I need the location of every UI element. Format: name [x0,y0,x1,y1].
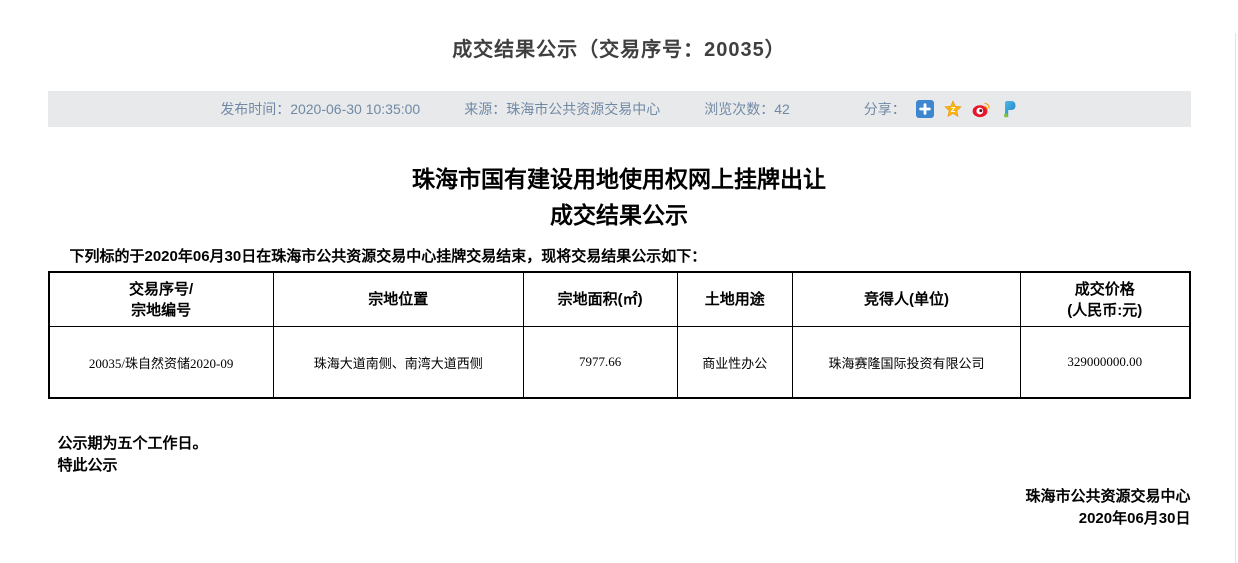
cell-transaction-no: 20035/珠自然资储2020-09 [49,327,274,399]
cell-parcel-location: 珠海大道南侧、南湾大道西侧 [273,327,523,399]
source: 来源：珠海市公共资源交易中心 [464,99,660,119]
cell-land-use: 商业性办公 [677,327,792,399]
page-title: 成交结果公示（交易序号：20035） [48,33,1191,62]
cell-winning-bidder: 珠海赛隆国际投资有限公司 [792,327,1020,399]
closing-paragraph: 公示期为五个工作日。 特此公示 [48,433,1191,477]
share-group: 分享： Z [864,99,1018,119]
document-heading: 珠海市国有建设用地使用权网上挂牌出让 成交结果公示 [48,164,1191,230]
signature-date: 2020年06月30日 [48,508,1191,530]
header-transaction-no: 交易序号/ 宗地编号 [49,272,274,327]
view-count: 浏览次数：42 [704,99,790,119]
share-more-icon[interactable] [916,100,934,118]
document-heading-line1: 珠海市国有建设用地使用权网上挂牌出让 [48,164,1191,194]
header-land-use: 土地用途 [677,272,792,327]
signature-org: 珠海市公共资源交易中心 [48,486,1191,508]
share-label: 分享： [864,99,906,119]
signature-block: 珠海市公共资源交易中心 2020年06月30日 [48,486,1191,530]
cell-deal-price: 329000000.00 [1021,327,1190,399]
weibo-icon[interactable] [972,100,990,118]
closing-line2: 特此公示 [58,455,1191,477]
meta-bar: 发布时间：2020-06-30 10:35:00 来源：珠海市公共资源交易中心 … [48,91,1191,127]
svg-text:Z: Z [950,105,955,114]
closing-line1: 公示期为五个工作日。 [58,433,1191,455]
publish-time: 发布时间：2020-06-30 10:35:00 [220,99,420,119]
cell-parcel-area: 7977.66 [523,327,677,399]
document-heading-line2: 成交结果公示 [48,200,1191,230]
announcement-page: 成交结果公示（交易序号：20035） 发布时间：2020-06-30 10:35… [48,33,1191,530]
header-parcel-location: 宗地位置 [273,272,523,327]
table-row: 20035/珠自然资储2020-09 珠海大道南侧、南湾大道西侧 7977.66… [49,327,1190,399]
intro-paragraph: 下列标的于2020年06月30日在珠海市公共资源交易中心挂牌交易结束，现将交易结… [48,245,1191,266]
header-winning-bidder: 竞得人(单位) [792,272,1020,327]
header-deal-price: 成交价格 (人民币:元) [1021,272,1190,327]
header-parcel-area: 宗地面积(㎡) [523,272,677,327]
pengyou-icon[interactable] [1000,100,1018,118]
table-header-row: 交易序号/ 宗地编号 宗地位置 宗地面积(㎡) 土地用途 竞得人(单位) 成交价… [49,272,1190,327]
result-table: 交易序号/ 宗地编号 宗地位置 宗地面积(㎡) 土地用途 竞得人(单位) 成交价… [48,271,1191,399]
page-edge-divider [1235,33,1236,563]
qzone-star-icon[interactable]: Z [944,100,962,118]
